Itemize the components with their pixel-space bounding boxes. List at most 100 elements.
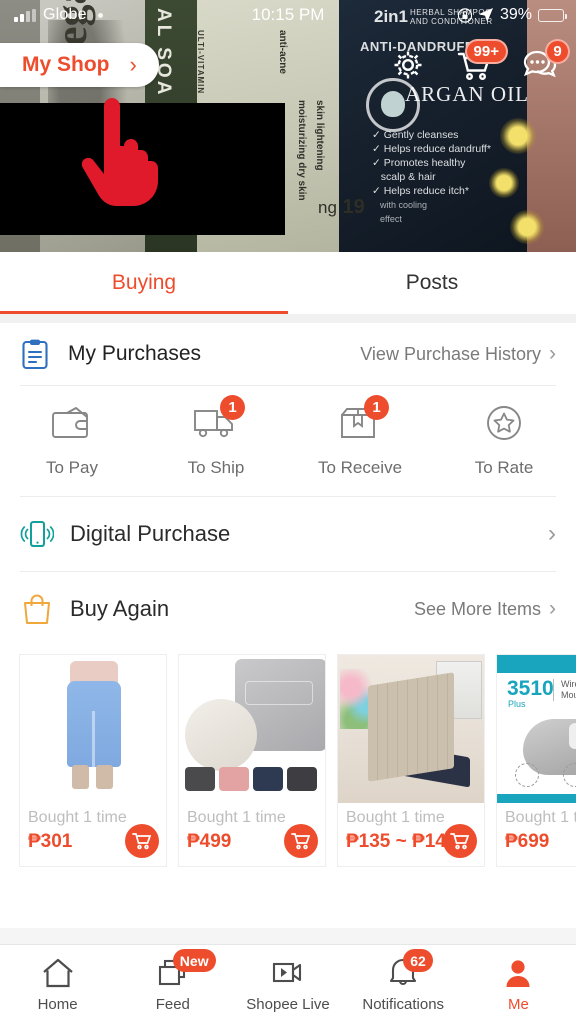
- chevron-right-icon: ›: [129, 52, 137, 77]
- nav-item-shopee-live-label: Shopee Live: [246, 996, 330, 1013]
- location-arrow-icon: [478, 8, 493, 22]
- nav-item-home[interactable]: Home: [0, 945, 115, 1024]
- view-purchase-history-link[interactable]: View Purchase History ›: [360, 342, 556, 366]
- status-bar: Globe 10:15 PM 39%: [0, 0, 576, 30]
- status-to-rate[interactable]: To Rate: [432, 400, 576, 478]
- nav-item-notifications-badge: 62: [403, 949, 433, 972]
- banner-header-row: My Shop › 99+ 9: [0, 34, 576, 96]
- person-icon: [496, 956, 540, 990]
- promo-banner[interactable]: ega AL SOA ULTI-VITAMIN anti-acne moistu…: [0, 0, 576, 252]
- nav-item-feed-label: Feed: [155, 996, 190, 1013]
- my-shop-button[interactable]: My Shop ›: [0, 43, 159, 87]
- product-image: [179, 655, 325, 803]
- buy-again-section: Buy Again See More Items ›: [0, 572, 576, 646]
- my-shop-label: My Shop: [22, 53, 110, 76]
- product-card[interactable]: Bought 1 time ₱135 ~ ₱148: [337, 654, 485, 867]
- status-to-receive[interactable]: 1 To Receive: [288, 395, 432, 478]
- buy-again-title: Buy Again: [70, 596, 170, 621]
- my-purchases-header[interactable]: My Purchases View Purchase History ›: [20, 323, 556, 385]
- nav-item-me-label: Me: [507, 996, 529, 1013]
- digital-purchase-row[interactable]: Digital Purchase ›: [20, 497, 556, 571]
- digital-purchase-title: Digital Purchase: [70, 521, 231, 546]
- banner-price-number: 19: [342, 196, 365, 218]
- status-to-pay[interactable]: To Pay: [0, 400, 144, 478]
- star-circle-icon: [478, 400, 530, 446]
- truck-icon: 1: [190, 395, 245, 446]
- lock-icon: [457, 7, 472, 23]
- nav-item-me[interactable]: Me: [461, 945, 576, 1024]
- status-bar-right: 39%: [376, 6, 576, 24]
- product-info: Bought 1 time ₱499: [179, 803, 325, 866]
- status-to-rate-label: To Rate: [474, 458, 534, 477]
- my-purchases-section: My Purchases View Purchase History ›: [0, 323, 576, 385]
- product-image: [338, 655, 484, 803]
- status-bar-left: Globe: [0, 6, 200, 24]
- status-bar-time: 10:15 PM: [251, 5, 325, 24]
- buying-content: My Purchases View Purchase History › To: [0, 323, 576, 928]
- clipboard-icon: [20, 338, 54, 370]
- shopee-me-screen: ega AL SOA ULTI-VITAMIN anti-acne moistu…: [0, 0, 576, 1024]
- view-purchase-history-label: View Purchase History: [360, 343, 541, 364]
- status-to-ship-badge: 1: [220, 395, 245, 420]
- banner-pack-bullets: ✓ Gently cleanses ✓ Helps reduce dandruf…: [372, 129, 491, 197]
- status-to-ship[interactable]: 1 To Ship: [144, 395, 288, 478]
- cart-badge: 99+: [464, 39, 508, 64]
- product-price: ₱699: [505, 831, 550, 852]
- chat-button[interactable]: 9: [520, 39, 570, 85]
- product-image-caption: Wireless Mouse: [553, 679, 576, 701]
- product-info: Bought 1 t ₱699: [497, 803, 576, 866]
- shopping-bag-icon: [20, 592, 54, 626]
- product-info: Bought 1 time ₱135 ~ ₱148: [338, 803, 484, 866]
- add-to-cart-button[interactable]: [125, 824, 159, 858]
- add-to-cart-icon: [291, 833, 311, 850]
- product-card[interactable]: Bought 1 time ₱499: [178, 654, 326, 867]
- product-image: [20, 655, 166, 803]
- tab-posts[interactable]: Posts: [288, 252, 576, 314]
- product-image-model: 3510: [507, 677, 554, 700]
- chat-badge: 9: [545, 39, 570, 64]
- add-to-cart-button[interactable]: [284, 824, 318, 858]
- bottom-navigation: Home New Feed Shopee Live 62 Notificatio…: [0, 944, 576, 1024]
- nav-item-shopee-live[interactable]: Shopee Live: [230, 945, 345, 1024]
- status-to-ship-label: To Ship: [187, 458, 245, 477]
- carrier-name: Globe: [43, 6, 87, 23]
- header-icons: 99+ 9: [388, 39, 576, 85]
- mobile-signal-icon: [20, 517, 54, 551]
- banner-soap-dry: moisturizing dry skin: [296, 100, 307, 201]
- chevron-right-icon: ›: [548, 520, 556, 547]
- add-to-cart-icon: [132, 833, 152, 850]
- add-to-cart-button[interactable]: [443, 824, 477, 858]
- live-video-icon: [266, 956, 310, 990]
- package-icon: 1: [334, 395, 389, 446]
- battery-percent: 39%: [499, 6, 532, 23]
- banner-price: ng 19: [318, 196, 365, 219]
- status-to-pay-label: To Pay: [46, 458, 98, 477]
- status-to-receive-label: To Receive: [317, 458, 403, 477]
- tab-bar: Buying Posts: [0, 252, 576, 314]
- section-divider-bottom: [0, 928, 576, 944]
- cart-button[interactable]: 99+: [454, 39, 508, 85]
- signal-bars-icon: [14, 8, 36, 22]
- chevron-right-icon: ›: [549, 342, 556, 365]
- nav-item-home-label: Home: [37, 996, 78, 1013]
- settings-button[interactable]: [388, 45, 428, 85]
- tab-buying-label: Buying: [111, 271, 177, 294]
- tab-posts-label: Posts: [405, 271, 459, 294]
- buy-again-header[interactable]: Buy Again See More Items ›: [20, 572, 556, 646]
- wallet-icon: [46, 400, 98, 446]
- nav-item-feed[interactable]: New Feed: [115, 945, 230, 1024]
- buy-again-carousel[interactable]: Bought 1 time ₱301 Bought 1 time ₱499 Bo…: [0, 646, 576, 881]
- product-info: Bought 1 time ₱301: [20, 803, 166, 866]
- see-more-items-link[interactable]: See More Items ›: [414, 597, 556, 621]
- product-card[interactable]: 3510 Plus Wireless Mouse Bought 1 t ₱699: [496, 654, 576, 867]
- digital-purchase-section: Digital Purchase ›: [0, 497, 576, 571]
- add-to-cart-icon: [450, 833, 470, 850]
- section-divider-top: [0, 314, 576, 323]
- banner-price-prefix: ng: [318, 198, 337, 217]
- my-purchases-title: My Purchases: [68, 342, 202, 365]
- nav-item-notifications[interactable]: 62 Notifications: [346, 945, 461, 1024]
- bell-icon: 62: [381, 949, 433, 990]
- battery-low-power-icon: [538, 8, 567, 22]
- product-card[interactable]: Bought 1 time ₱301: [19, 654, 167, 867]
- tab-buying[interactable]: Buying: [0, 252, 288, 314]
